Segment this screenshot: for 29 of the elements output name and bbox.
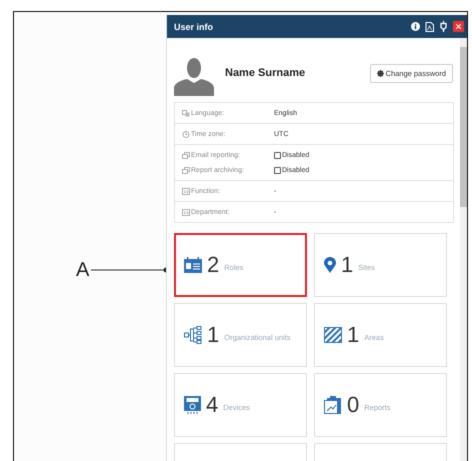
language-icon xyxy=(182,110,190,116)
close-icon xyxy=(456,24,461,29)
callout-label: A xyxy=(76,260,90,280)
tile-count: 1 xyxy=(341,252,354,278)
user-name: Name Surname xyxy=(225,67,306,79)
close-button[interactable] xyxy=(453,21,464,32)
device-icon xyxy=(184,396,201,414)
avatar-silhouette xyxy=(174,58,214,96)
hatched-area-icon xyxy=(324,327,342,343)
pdf-icon[interactable] xyxy=(425,22,434,32)
gear-icon xyxy=(376,70,384,76)
tile-count: 2 xyxy=(207,252,220,278)
scrollbar[interactable] xyxy=(460,38,467,461)
checkbox[interactable] xyxy=(274,152,281,158)
id-card-icon xyxy=(182,188,190,194)
clock-icon xyxy=(182,130,190,138)
tile-count: 4 xyxy=(206,392,218,418)
calendar-card-icon xyxy=(184,257,202,273)
checkbox[interactable] xyxy=(274,166,281,174)
id-card-icon xyxy=(182,208,190,216)
plug-icon[interactable] xyxy=(439,21,448,32)
window-title: User info xyxy=(174,22,214,32)
info-icon[interactable] xyxy=(411,22,420,31)
tile-count: 1 xyxy=(207,322,220,348)
tile-count: 0 xyxy=(347,392,360,418)
hierarchy-icon xyxy=(184,326,202,344)
tile-count: 1 xyxy=(347,322,360,348)
map-pin-icon xyxy=(324,257,336,273)
clipboard-chart-icon xyxy=(324,396,342,414)
